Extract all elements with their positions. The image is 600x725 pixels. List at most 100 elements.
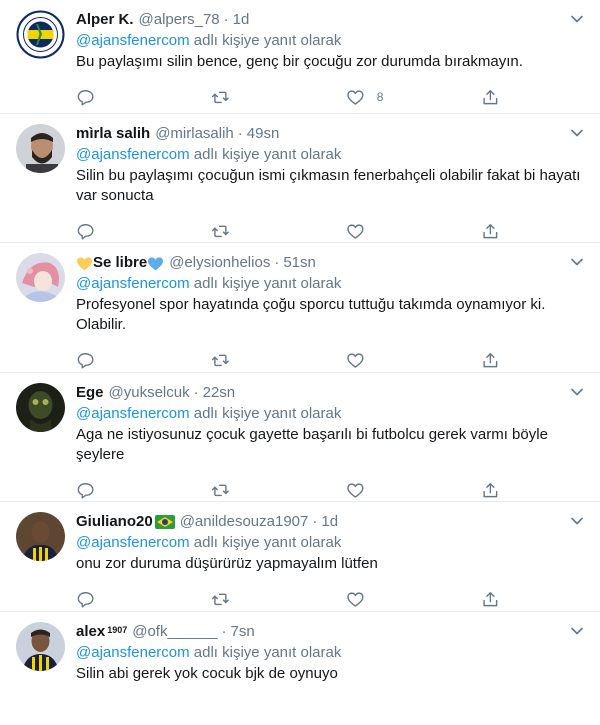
- separator-dot: ·: [312, 513, 318, 530]
- tweet[interactable]: Ege @yukselcuk · 22sn @ajansfenercom adl…: [0, 373, 600, 502]
- like-button[interactable]: [346, 222, 481, 241]
- display-name[interactable]: Ege: [76, 383, 104, 403]
- reply-icon: [77, 591, 94, 608]
- tweet-text: Silin bu paylaşımı çocuğun ismi çıkmasın…: [76, 167, 581, 204]
- retweet-button[interactable]: [211, 351, 346, 370]
- tweet-header: Alper K. @alpers_78 · 1d: [76, 10, 584, 30]
- user-handle[interactable]: @yukselcuk: [109, 383, 190, 403]
- reply-button[interactable]: [76, 590, 211, 609]
- tweet-header: alex 1907 @ofk______ · 7sn: [76, 622, 584, 642]
- timestamp[interactable]: 7sn: [231, 622, 255, 642]
- mention-link[interactable]: @ajansfenercom: [76, 534, 190, 551]
- mention-link[interactable]: @ajansfenercom: [76, 32, 190, 49]
- retweet-button[interactable]: [211, 590, 346, 609]
- like-button[interactable]: [346, 590, 481, 609]
- reply-button[interactable]: [76, 222, 211, 241]
- timestamp[interactable]: 1d: [321, 512, 338, 532]
- reply-context-text: adlı kişiye yanıt olarak: [189, 644, 342, 661]
- tweet[interactable]: alex 1907 @ofk______ · 7sn @ajansfenerco…: [0, 612, 600, 725]
- user-handle[interactable]: @mirlasalih: [155, 124, 234, 144]
- reply-button[interactable]: [76, 88, 211, 107]
- tweet-text: Silin abi gerek yok cocuk bjk de oynuyo: [76, 665, 338, 682]
- retweet-icon: [211, 593, 229, 605]
- avatar[interactable]: [16, 512, 65, 561]
- display-name[interactable]: Se libre: [93, 253, 147, 273]
- like-button[interactable]: 8: [346, 88, 481, 107]
- timestamp[interactable]: 51sn: [283, 253, 316, 273]
- mention-link[interactable]: @ajansfenercom: [76, 644, 190, 661]
- tweet-header: Ege @yukselcuk · 22sn: [76, 383, 584, 403]
- separator-dot: ·: [193, 384, 199, 401]
- retweet-button[interactable]: [211, 481, 346, 500]
- avatar[interactable]: [16, 622, 65, 671]
- chevron-down-icon[interactable]: [570, 126, 584, 140]
- retweet-button[interactable]: [211, 222, 346, 241]
- footballer-jersey-icon: [16, 622, 65, 671]
- retweet-icon: [211, 225, 229, 237]
- user-handle[interactable]: @elysionhelios: [169, 253, 270, 273]
- avatar[interactable]: [16, 253, 65, 302]
- mention-link[interactable]: @ajansfenercom: [76, 146, 190, 163]
- retweet-icon: [211, 484, 229, 496]
- display-name[interactable]: Giuliano20: [76, 512, 153, 532]
- separator-dot: ·: [274, 254, 280, 271]
- tweet-text: Profesyonel spor hayatında çoğu sporcu t…: [76, 296, 546, 333]
- fenerbahce-crest-icon: [16, 10, 65, 59]
- share-button[interactable]: [481, 88, 500, 107]
- share-button[interactable]: [481, 351, 500, 370]
- chevron-down-icon[interactable]: [570, 514, 584, 528]
- like-button[interactable]: [346, 481, 481, 500]
- user-handle[interactable]: @alpers_78: [139, 10, 220, 30]
- dark-mask-icon: [16, 383, 65, 432]
- like-button[interactable]: [346, 351, 481, 370]
- user-handle[interactable]: @anildesouza1907: [180, 512, 309, 532]
- timestamp[interactable]: 49sn: [247, 124, 280, 144]
- bearded-man-icon: [16, 124, 65, 173]
- share-button[interactable]: [481, 481, 500, 500]
- chevron-down-icon[interactable]: [570, 624, 584, 638]
- share-button[interactable]: [481, 222, 500, 241]
- chevron-down-icon[interactable]: [570, 12, 584, 26]
- blue-heart-icon: [148, 256, 164, 270]
- mention-link[interactable]: @ajansfenercom: [76, 275, 190, 292]
- tweet[interactable]: Alper K. @alpers_78 · 1d @ajansfenercom …: [0, 0, 600, 114]
- tweet-header: Se libre @elysionhelios · 51sn: [76, 253, 584, 273]
- reply-icon: [77, 352, 94, 369]
- reply-context: @ajansfenercom adlı kişiye yanıt olarak: [76, 145, 584, 165]
- separator-dot: ·: [223, 11, 229, 28]
- timestamp[interactable]: 22sn: [203, 383, 236, 403]
- retweet-icon: [211, 354, 229, 366]
- share-button[interactable]: [481, 590, 500, 609]
- display-name[interactable]: mìrla salih: [76, 124, 150, 144]
- like-icon: [347, 592, 364, 607]
- chevron-down-icon[interactable]: [570, 385, 584, 399]
- retweet-button[interactable]: [211, 88, 346, 107]
- tweet-header: mìrla salih @mirlasalih · 49sn: [76, 124, 584, 144]
- share-icon: [483, 352, 498, 367]
- avatar[interactable]: [16, 383, 65, 432]
- reply-context-text: adlı kişiye yanıt olarak: [189, 534, 342, 551]
- tweet-text: onu zor duruma düşürürüz yapmayalım lütf…: [76, 555, 378, 572]
- avatar[interactable]: [16, 10, 65, 59]
- separator-dot: ·: [221, 623, 227, 640]
- reply-icon: [77, 482, 94, 499]
- tweet[interactable]: Giuliano20 @anildesouza1907 · 1d @ajansf…: [0, 502, 600, 612]
- yellow-heart-icon: [77, 256, 92, 270]
- tweet[interactable]: Se libre @elysionhelios · 51sn @ajansfen…: [0, 243, 600, 373]
- reply-button[interactable]: [76, 481, 211, 500]
- tweet[interactable]: mìrla salih @mirlasalih · 49sn @ajansfen…: [0, 114, 600, 243]
- tweet-text: Aga ne istiyosunuz çocuk gayette başarıl…: [76, 426, 548, 463]
- reply-context: @ajansfenercom adlı kişiye yanıt olarak: [76, 643, 584, 663]
- display-name[interactable]: alex: [76, 622, 105, 642]
- timestamp[interactable]: 1d: [233, 10, 250, 30]
- like-icon: [347, 224, 364, 239]
- reply-button[interactable]: [76, 351, 211, 370]
- display-name[interactable]: Alper K.: [76, 10, 134, 30]
- mention-link[interactable]: @ajansfenercom: [76, 405, 190, 422]
- reply-context-text: adlı kişiye yanıt olarak: [189, 405, 342, 422]
- separator-dot: ·: [237, 125, 243, 142]
- like-icon: [347, 483, 364, 498]
- user-handle[interactable]: @ofk______: [132, 622, 217, 642]
- chevron-down-icon[interactable]: [570, 255, 584, 269]
- avatar[interactable]: [16, 124, 65, 173]
